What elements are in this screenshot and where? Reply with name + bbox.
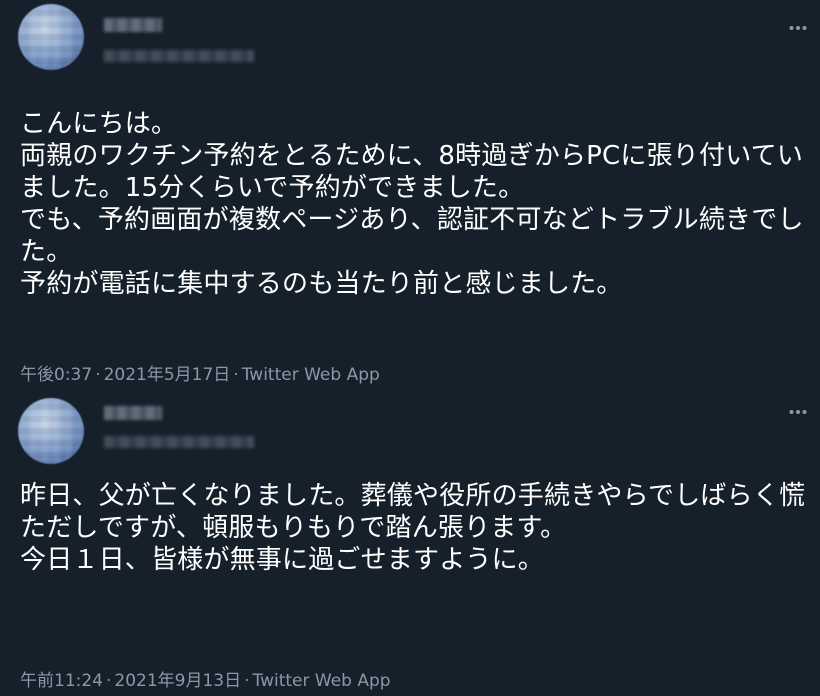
meta-separator: · <box>233 365 239 385</box>
tweet-date: 2021年9月13日 <box>114 671 242 691</box>
tweet[interactable]: 昨日、父が亡くなりました。葬儀や役所の手続きやらでしばらく慌ただしですが、頓服も… <box>0 392 820 696</box>
display-name-blurred[interactable] <box>104 406 162 420</box>
tweet-time: 午前11:24 <box>20 671 103 691</box>
more-horizontal-icon <box>789 410 807 414</box>
tweet-source-link[interactable]: Twitter Web App <box>242 365 380 385</box>
tweet[interactable]: こんにちは。 両親のワクチン予約をとるために、8時過ぎからPCに張り付いていまし… <box>0 0 820 392</box>
tweet-time-link[interactable]: 午前11:24 · 2021年9月13日 <box>20 671 241 691</box>
tweet-source-link[interactable]: Twitter Web App <box>253 671 391 691</box>
display-name-blurred[interactable] <box>104 18 162 32</box>
meta-separator: · <box>106 671 112 691</box>
avatar[interactable] <box>18 398 84 464</box>
avatar[interactable] <box>18 4 84 70</box>
tweet-text: 昨日、父が亡くなりました。葬儀や役所の手続きやらでしばらく慌ただしですが、頓服も… <box>20 481 806 575</box>
more-horizontal-icon <box>789 26 807 30</box>
tweet-time: 午後0:37 <box>20 365 93 385</box>
tweet-text: こんにちは。 両親のワクチン予約をとるために、8時過ぎからPCに張り付いていまし… <box>20 109 804 299</box>
more-options-button[interactable] <box>786 400 810 424</box>
tweet-meta: 午前11:24 · 2021年9月13日 · Twitter Web App <box>20 666 391 691</box>
tweet-meta: 午後0:37 · 2021年5月17日 · Twitter Web App <box>20 360 380 385</box>
meta-separator: · <box>95 365 101 385</box>
tweet-time-link[interactable]: 午後0:37 · 2021年5月17日 <box>20 365 230 385</box>
username-blurred[interactable] <box>104 436 254 448</box>
username-blurred[interactable] <box>104 50 254 62</box>
meta-separator: · <box>244 671 250 691</box>
tweet-date: 2021年5月17日 <box>103 365 231 385</box>
more-options-button[interactable] <box>786 16 810 40</box>
